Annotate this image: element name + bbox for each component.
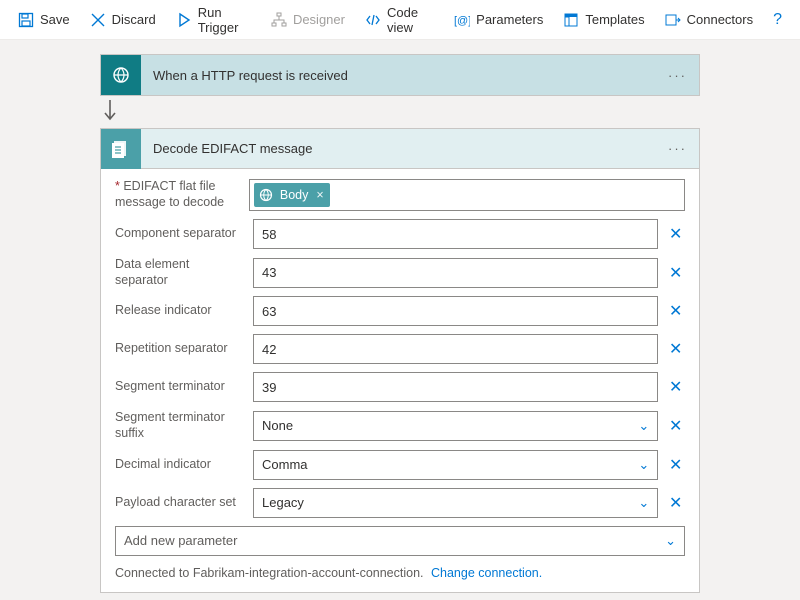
connector-arrow [100, 96, 700, 128]
chevron-down-icon: ⌄ [665, 533, 676, 549]
help-button[interactable]: ? [763, 11, 792, 29]
action-body: EDIFACT flat file message to decode Body… [101, 169, 699, 592]
add-parameter-dropdown[interactable]: Add new parameter ⌄ [115, 526, 685, 556]
trigger-title: When a HTTP request is received [141, 68, 656, 83]
parameters-button[interactable]: [@] Parameters [444, 0, 553, 40]
payload-label: Payload character set [115, 495, 245, 511]
repetition-clear[interactable]: ✕ [666, 339, 685, 359]
code-icon [365, 12, 381, 28]
code-view-button[interactable]: Code view [355, 0, 444, 40]
payload-select[interactable]: Legacy ⌄ [253, 488, 658, 518]
edifact-icon [101, 129, 141, 169]
segment-suffix-select[interactable]: None ⌄ [253, 411, 658, 441]
data-elem-input[interactable]: 43 [253, 258, 658, 288]
chevron-down-icon: ⌄ [638, 418, 649, 434]
release-input[interactable]: 63 [253, 296, 658, 326]
component-sep-input[interactable]: 58 [253, 219, 658, 249]
token-globe-icon [258, 187, 274, 203]
designer-button[interactable]: Designer [261, 0, 355, 40]
flatfile-input[interactable]: Body × [249, 179, 685, 211]
action-menu-button[interactable]: ··· [656, 141, 699, 156]
trigger-card[interactable]: When a HTTP request is received ··· [100, 54, 700, 96]
decimal-label: Decimal indicator [115, 457, 245, 473]
save-button[interactable]: Save [8, 0, 80, 40]
play-icon [176, 12, 192, 28]
svg-text:[@]: [@] [454, 15, 470, 27]
http-trigger-icon [101, 55, 141, 95]
segment-term-label: Segment terminator [115, 379, 245, 395]
help-icon: ? [773, 11, 782, 28]
decimal-clear[interactable]: ✕ [666, 455, 685, 475]
connection-info: Connected to Fabrikam-integration-accoun… [115, 566, 685, 580]
component-sep-label: Component separator [115, 226, 245, 242]
parameters-icon: [@] [454, 12, 470, 28]
discard-label: Discard [112, 12, 156, 27]
action-title: Decode EDIFACT message [141, 141, 656, 156]
chevron-down-icon: ⌄ [638, 457, 649, 473]
discard-icon [90, 12, 106, 28]
release-clear[interactable]: ✕ [666, 301, 685, 321]
templates-label: Templates [585, 12, 644, 27]
connectors-button[interactable]: Connectors [655, 0, 763, 40]
connectors-icon [665, 12, 681, 28]
run-trigger-button[interactable]: Run Trigger [166, 0, 261, 40]
repetition-label: Repetition separator [115, 341, 245, 357]
designer-canvas: When a HTTP request is received ··· Deco… [0, 40, 800, 600]
templates-icon [563, 12, 579, 28]
segment-term-clear[interactable]: ✕ [666, 377, 685, 397]
connectors-label: Connectors [687, 12, 753, 27]
segment-term-input[interactable]: 39 [253, 372, 658, 402]
repetition-input[interactable]: 42 [253, 334, 658, 364]
save-icon [18, 12, 34, 28]
component-sep-clear[interactable]: ✕ [666, 224, 685, 244]
token-remove-icon[interactable]: × [316, 188, 323, 202]
trigger-header[interactable]: When a HTTP request is received ··· [101, 55, 699, 95]
data-elem-clear[interactable]: ✕ [666, 263, 685, 283]
designer-label: Designer [293, 12, 345, 27]
designer-icon [271, 12, 287, 28]
trigger-menu-button[interactable]: ··· [656, 68, 699, 83]
change-connection-link[interactable]: Change connection. [431, 566, 542, 580]
decimal-select[interactable]: Comma ⌄ [253, 450, 658, 480]
flatfile-label: EDIFACT flat file message to decode [115, 179, 241, 210]
segment-suffix-label: Segment terminator suffix [115, 410, 245, 441]
templates-button[interactable]: Templates [553, 0, 654, 40]
chevron-down-icon: ⌄ [638, 495, 649, 511]
parameters-label: Parameters [476, 12, 543, 27]
payload-clear[interactable]: ✕ [666, 493, 685, 513]
action-header[interactable]: Decode EDIFACT message ··· [101, 129, 699, 169]
body-token[interactable]: Body × [254, 183, 330, 207]
code-view-label: Code view [387, 5, 434, 35]
release-label: Release indicator [115, 303, 245, 319]
run-label: Run Trigger [198, 5, 251, 35]
data-elem-label: Data element separator [115, 257, 245, 288]
discard-button[interactable]: Discard [80, 0, 166, 40]
command-bar: Save Discard Run Trigger Designer Code v… [0, 0, 800, 40]
token-label: Body [280, 188, 309, 202]
action-card: Decode EDIFACT message ··· EDIFACT flat … [100, 128, 700, 593]
segment-suffix-clear[interactable]: ✕ [666, 416, 685, 436]
save-label: Save [40, 12, 70, 27]
